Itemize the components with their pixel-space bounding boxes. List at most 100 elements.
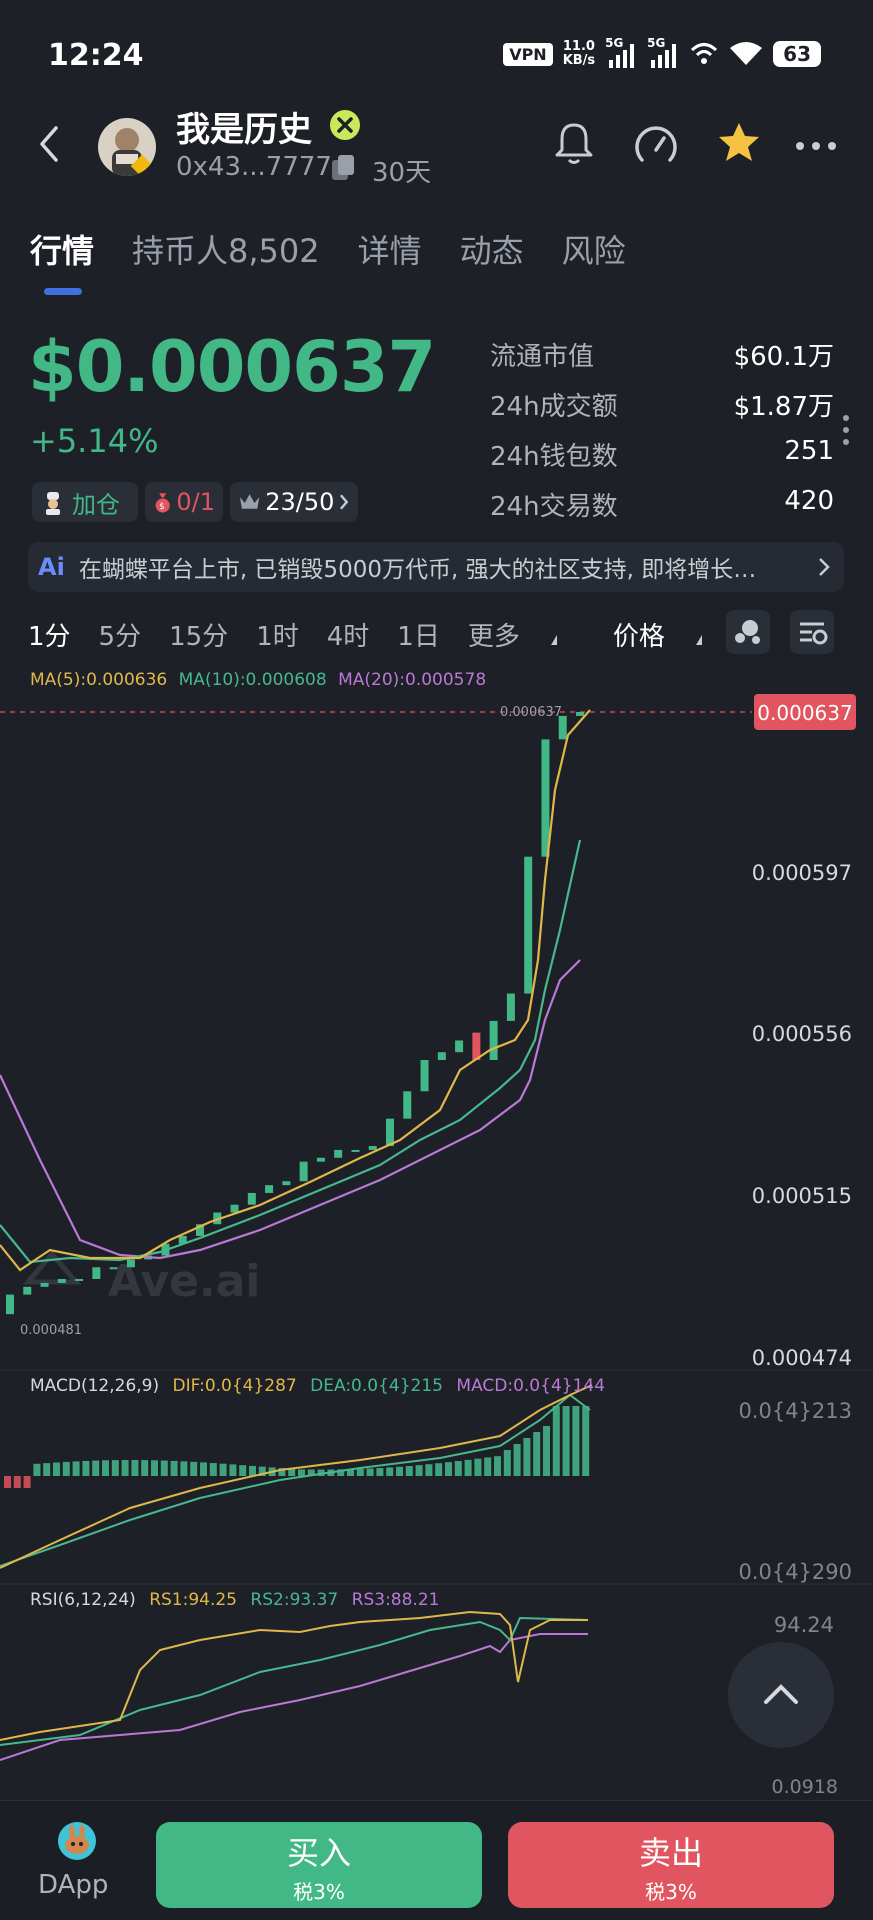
pancake-icon[interactable] — [58, 1822, 96, 1860]
high-price-label: 0.000637 — [500, 705, 562, 720]
rsi-title: RSI(6,12,24) — [30, 1590, 136, 1610]
macd-bar — [298, 1469, 305, 1476]
candle — [420, 1060, 429, 1092]
macd-bar — [494, 1456, 501, 1476]
candle — [403, 1091, 412, 1119]
candle — [334, 1149, 343, 1158]
macd-bar — [474, 1458, 482, 1476]
rsi3-line — [0, 1633, 588, 1761]
candle — [386, 1118, 394, 1147]
candle — [524, 856, 533, 994]
candle — [57, 1278, 66, 1283]
candle — [541, 739, 550, 857]
macd-bar — [4, 1476, 11, 1488]
price-chart[interactable]: Ave.ai 0.000637 0.000481 0.000597 0.0005… — [0, 0, 873, 1800]
rsi1-value: RS1:94.25 — [149, 1590, 238, 1610]
y-axis-label: 0.000597 — [752, 861, 852, 885]
rsi-axis-label: 94.24 — [774, 1613, 834, 1637]
macd-bar — [92, 1460, 100, 1476]
candle — [247, 1192, 256, 1205]
macd-value: MACD:0.0{4}144 — [456, 1376, 606, 1396]
macd-bar — [425, 1464, 433, 1476]
macd-axis-label: 0.0{4}213 — [738, 1399, 852, 1423]
macd-bar — [229, 1464, 237, 1476]
macd-dif: DIF:0.0{4}287 — [172, 1376, 297, 1396]
macd-bar — [356, 1468, 364, 1476]
macd-bar — [415, 1465, 423, 1476]
macd-bar — [376, 1467, 384, 1476]
chevron-up-icon — [764, 1684, 798, 1704]
candle — [265, 1185, 274, 1193]
macd-bar — [190, 1461, 198, 1476]
macd-bar — [219, 1463, 227, 1476]
candle — [506, 993, 515, 1021]
macd-bar — [405, 1465, 413, 1476]
candle — [75, 1278, 84, 1281]
candle — [316, 1157, 325, 1162]
macd-bar — [121, 1460, 129, 1476]
macd-bar — [131, 1460, 139, 1476]
rsi2-value: RS2:93.37 — [250, 1590, 339, 1610]
macd-bar — [170, 1460, 178, 1476]
candle — [40, 1282, 49, 1287]
macd-bar — [435, 1463, 443, 1476]
macd-bar — [43, 1463, 51, 1476]
candle — [368, 1146, 377, 1150]
macd-bar — [396, 1466, 403, 1476]
macd-bar — [82, 1460, 90, 1476]
macd-bar — [464, 1459, 472, 1476]
macd-dif-line — [0, 1384, 593, 1569]
candle — [299, 1161, 308, 1182]
candles-group — [6, 712, 584, 1315]
y-axis-label: 0.000515 — [752, 1184, 852, 1208]
sell-label: 卖出 — [638, 1834, 703, 1872]
rsi-axis-label: 0.0918 — [772, 1776, 838, 1798]
rsi-legend: RSI(6,12,24) RS1:94.25 RS2:93.37 RS3:88.… — [30, 1590, 439, 1610]
ma5-line — [0, 709, 591, 1272]
macd-dea: DEA:0.0{4}215 — [310, 1376, 443, 1396]
sell-tax: 税3% — [645, 1880, 697, 1904]
macd-bar — [513, 1444, 521, 1476]
candle — [109, 1267, 118, 1270]
y-axis-label: 0.000556 — [752, 1022, 852, 1046]
macd-bar — [445, 1462, 452, 1476]
macd-bar — [151, 1460, 158, 1476]
candle — [230, 1204, 239, 1213]
macd-bar — [160, 1460, 168, 1476]
rsi2-line — [0, 1616, 589, 1746]
macd-bar — [572, 1406, 580, 1476]
macd-bar — [562, 1406, 570, 1476]
macd-bar — [62, 1461, 70, 1476]
macd-bar — [543, 1426, 550, 1476]
macd-bar — [53, 1462, 60, 1476]
candle — [437, 1052, 446, 1061]
candle — [92, 1267, 101, 1279]
macd-bar — [141, 1460, 149, 1476]
buy-tax: 税3% — [293, 1880, 345, 1904]
macd-bar — [552, 1406, 560, 1476]
macd-bar — [13, 1476, 21, 1488]
candle — [6, 1294, 14, 1315]
macd-bar — [209, 1463, 217, 1476]
macd-bar — [366, 1468, 374, 1476]
y-axis-label: 0.000474 — [752, 1346, 852, 1370]
dapp-label[interactable]: DApp — [38, 1870, 108, 1900]
macd-bar — [582, 1406, 590, 1476]
scroll-to-top-button[interactable] — [728, 1642, 834, 1748]
macd-axis-label: 0.0{4}290 — [738, 1560, 852, 1584]
candle — [489, 1020, 498, 1061]
low-price-label: 0.000481 — [20, 1323, 82, 1338]
buy-label: 买入 — [286, 1834, 351, 1872]
macd-histogram — [4, 1406, 590, 1488]
buy-button[interactable]: 买入 税3% — [156, 1822, 482, 1908]
macd-bar — [180, 1461, 188, 1476]
macd-bar — [72, 1461, 80, 1476]
macd-bar — [239, 1465, 247, 1476]
macd-bar — [33, 1463, 41, 1476]
macd-bar — [102, 1460, 109, 1476]
macd-bar — [23, 1476, 31, 1488]
macd-bar — [200, 1462, 207, 1476]
sell-button[interactable]: 卖出 税3% — [508, 1822, 834, 1908]
macd-bar — [523, 1438, 531, 1476]
macd-bar — [454, 1461, 462, 1476]
